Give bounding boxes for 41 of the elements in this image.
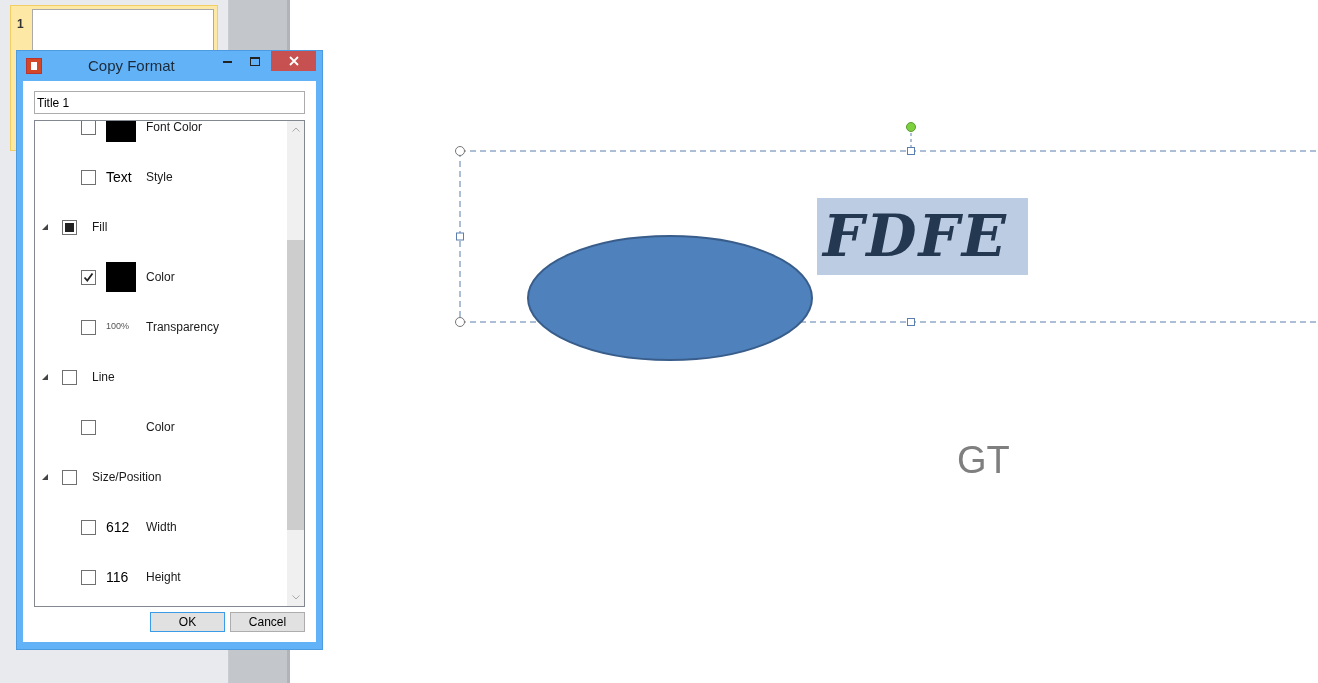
group-label: Fill xyxy=(92,219,108,236)
group-label: Line xyxy=(92,369,115,386)
option-label: Width xyxy=(146,519,177,536)
checkbox[interactable] xyxy=(81,519,96,535)
slide-number: 1 xyxy=(16,16,25,33)
preview-text: 100% xyxy=(106,320,130,334)
expander-icon[interactable] xyxy=(42,374,48,380)
expander-icon[interactable] xyxy=(42,474,48,480)
checkbox[interactable] xyxy=(81,419,96,435)
maximize-icon xyxy=(250,56,260,66)
checkbox[interactable] xyxy=(62,219,77,235)
checkbox[interactable] xyxy=(62,469,77,485)
close-button[interactable] xyxy=(271,51,316,71)
option-label: Color xyxy=(146,269,175,286)
name-field[interactable]: Title 1 xyxy=(34,91,305,114)
dialog-button[interactable]: Cancel xyxy=(230,612,305,632)
app-icon xyxy=(26,58,42,74)
checkbox[interactable] xyxy=(81,269,96,285)
preview-text: Text xyxy=(106,167,132,187)
slide-body-text: GT xyxy=(957,438,1010,483)
checkbox[interactable] xyxy=(62,369,77,385)
option-label: Font Color xyxy=(146,121,203,136)
scrollbar[interactable] xyxy=(287,121,304,606)
group-label: Size/Position xyxy=(92,469,162,486)
scroll-thumb[interactable] xyxy=(287,240,304,530)
option-label: Style xyxy=(146,169,173,186)
option-label: Color xyxy=(146,419,175,436)
slide-title-text: FDFE xyxy=(817,198,1028,275)
checkbox[interactable] xyxy=(81,569,96,585)
option-label: Transparency xyxy=(146,319,219,336)
checkbox[interactable] xyxy=(81,319,96,335)
checkbox[interactable] xyxy=(81,121,96,135)
preview-text: 116 xyxy=(106,567,129,587)
preview-text: 612 xyxy=(106,517,130,537)
expander-icon[interactable] xyxy=(42,224,48,230)
window-title: Copy Format xyxy=(88,55,175,76)
option-label: Height xyxy=(146,569,181,586)
checkbox[interactable] xyxy=(81,169,96,185)
minimize-icon xyxy=(222,59,232,63)
dialog-button[interactable]: OK xyxy=(150,612,225,632)
close-icon xyxy=(288,56,299,66)
